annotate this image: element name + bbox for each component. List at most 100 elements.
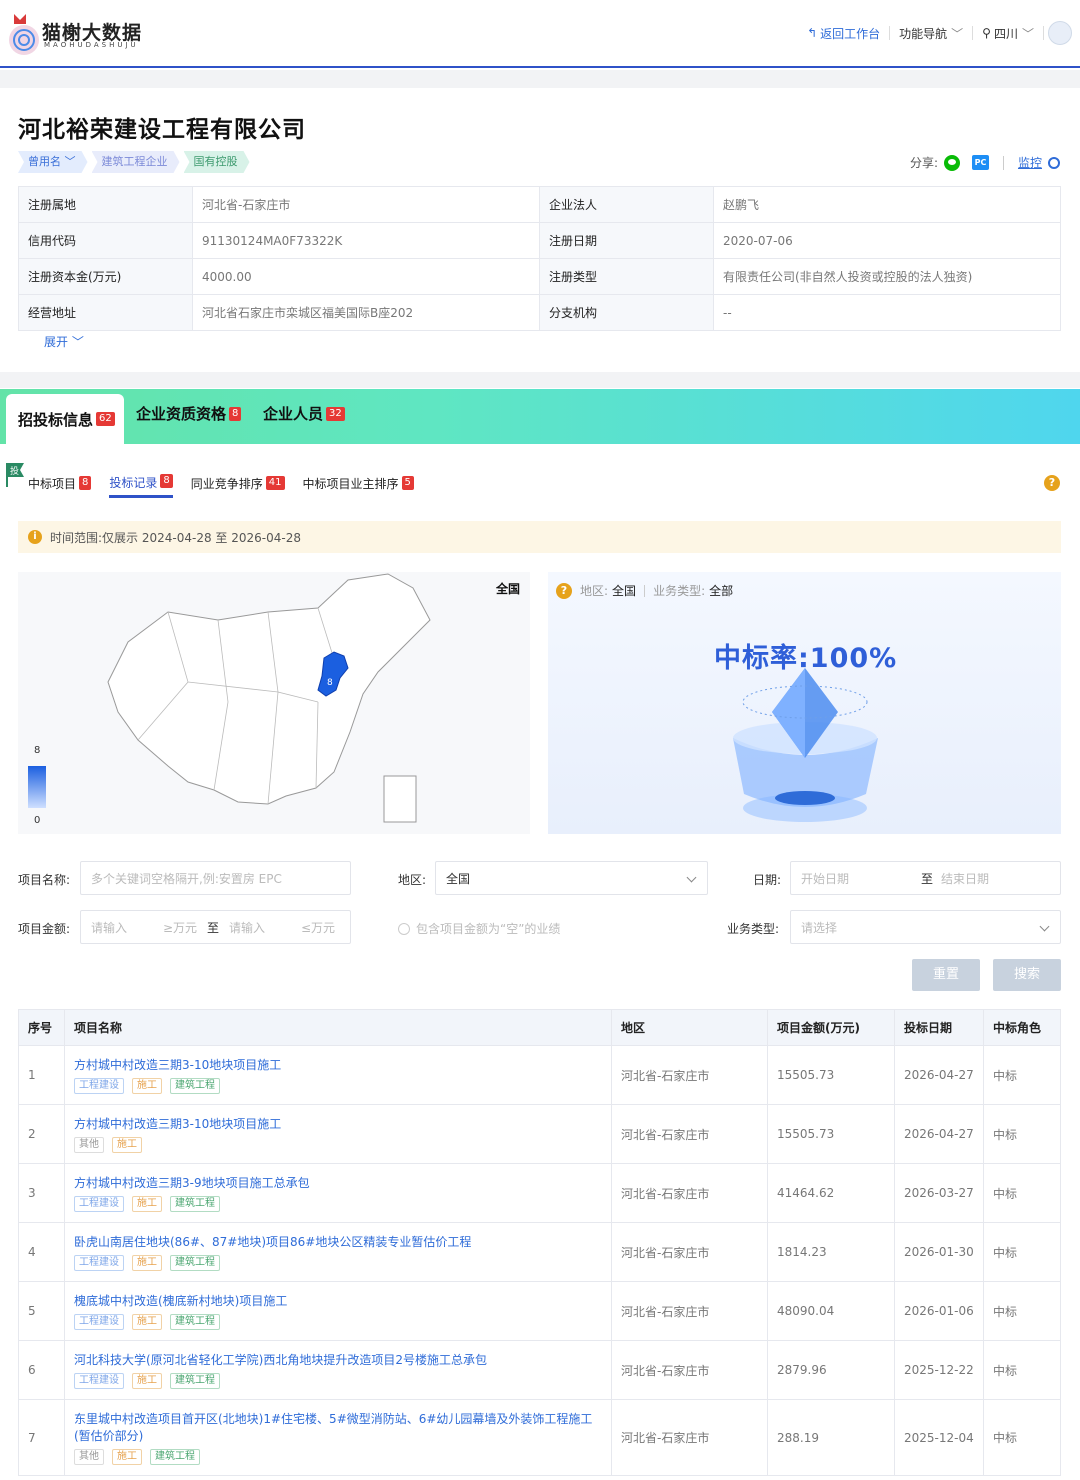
region-label: 地区: [398, 873, 427, 887]
info-key: 注册资本金(万元) [18, 258, 193, 295]
date-label: 日期: [753, 873, 782, 887]
project-tag: 建筑工程 [170, 1254, 220, 1271]
role-cell: 中标 [983, 1045, 1061, 1105]
subtab-won-projects[interactable]: 中标项目 8 [28, 474, 92, 492]
chevron-down-icon: ﹀ [71, 335, 84, 349]
wechat-icon[interactable] [943, 154, 960, 171]
project-link[interactable]: 方村城中村改造三期3-10地块项目施工 [74, 1116, 602, 1133]
project-tag: 施工 [132, 1077, 162, 1094]
subtab-competitor-rank[interactable]: 同业竞争排序 41 [191, 474, 285, 492]
info-row: 信用代码 91130124MA0F73322K 注册日期 2020-07-06 [18, 222, 1061, 259]
reset-button[interactable]: 重置 [912, 959, 980, 991]
amount-cell: 2879.96 [767, 1340, 895, 1400]
map-svg: 8 [107, 573, 431, 823]
info-value: -- [713, 294, 1061, 331]
region-cell: 河北省-石家庄市 [611, 1104, 768, 1164]
type-label: 业务类型: [727, 922, 780, 936]
location-pin-icon: ⚲ [982, 26, 991, 40]
region-cell: 河北省-石家庄市 [611, 1163, 768, 1223]
region-cell: 河北省-石家庄市 [611, 1399, 768, 1476]
project-name-input[interactable]: 多个关键词空格隔开,例:安置房 EPC [80, 861, 351, 895]
business-type-select[interactable]: 请选择 [790, 910, 1061, 944]
project-tags: 工程建设 施工 建筑工程 [74, 1077, 602, 1094]
expand-button[interactable]: 展开 ﹀ [44, 333, 84, 350]
amount-cell: 288.19 [767, 1399, 895, 1476]
china-map[interactable]: 8 [18, 572, 530, 834]
date-cell: 2025-12-04 [894, 1399, 984, 1476]
include-empty-radio[interactable] [398, 922, 410, 935]
project-cell: 方村城中村改造三期3-10地块项目施工 工程建设 施工 建筑工程 [64, 1045, 612, 1105]
map-legend-bar[interactable] [28, 766, 46, 808]
subtab-owner-rank[interactable]: 中标项目业主排序 5 [303, 474, 414, 492]
project-link[interactable]: 槐底城中村改造(槐底新村地块)项目施工 [74, 1293, 602, 1310]
info-key: 注册日期 [539, 222, 714, 259]
chevron-down-icon [686, 872, 697, 883]
row-index: 2 [18, 1104, 65, 1164]
function-nav-menu[interactable]: 功能导航 ﹀ [890, 26, 974, 41]
info-value: 赵鹏飞 [713, 186, 1061, 223]
region-selector[interactable]: ⚲ 四川 ﹀ [973, 26, 1044, 41]
region-select[interactable]: 全国 [435, 861, 708, 895]
row-index: 5 [18, 1281, 65, 1341]
col-header-region: 地区 [611, 1009, 768, 1046]
project-tag: 施工 [132, 1372, 162, 1389]
project-cell: 方村城中村改造三期3-10地块项目施工 其他 施工 [64, 1104, 612, 1164]
tab-qualification[interactable]: 企业资质资格 8 [136, 403, 242, 424]
table-row: 7 东里城中村改造项目首开区(北地块)1#住宅楼、5#微型消防站、6#幼儿园幕墙及… [18, 1399, 1061, 1476]
project-cell: 槐底城中村改造(槐底新村地块)项目施工 工程建设 施工 建筑工程 [64, 1281, 612, 1341]
project-cell: 卧虎山南居住地块(86#、87#地块)项目86#地块公区精装专业暂估价工程 工程建… [64, 1222, 612, 1282]
info-key: 信用代码 [18, 222, 193, 259]
project-link[interactable]: 卧虎山南居住地块(86#、87#地块)项目86#地块公区精装专业暂估价工程 [74, 1234, 602, 1251]
project-link[interactable]: 方村城中村改造三期3-9地块项目施工总承包 [74, 1175, 602, 1192]
project-link[interactable]: 河北科技大学(原河北省轻化工学院)西北角地块提升改造项目2号楼施工总承包 [74, 1352, 602, 1369]
date-cell: 2026-04-27 [894, 1045, 984, 1105]
role-cell: 中标 [983, 1399, 1061, 1476]
main-tab-bar: 招投标信息 62 企业资质资格 8 企业人员 32 [0, 389, 1080, 444]
rate-region-value[interactable]: 全国 [612, 582, 636, 599]
back-to-workspace-link[interactable]: ↰ 返回工作台 [798, 26, 891, 41]
col-header-no: 序号 [18, 1009, 65, 1046]
tab-bidding-info[interactable]: 招投标信息 62 [6, 394, 124, 444]
project-link[interactable]: 东里城中村改造项目首开区(北地块)1#住宅楼、5#微型消防站、6#幼儿园幕墙及外… [74, 1411, 602, 1445]
table-row: 2 方村城中村改造三期3-10地块项目施工 其他 施工 河北省-石家庄市 15505.73… [18, 1104, 1061, 1164]
project-tags: 工程建设 施工 建筑工程 [74, 1313, 602, 1330]
row-index: 7 [18, 1399, 65, 1476]
monitor-link[interactable]: 监控 [1018, 154, 1042, 171]
help-icon[interactable]: ? [556, 582, 572, 599]
tab-personnel[interactable]: 企业人员 32 [263, 403, 345, 424]
divider-band [0, 70, 1080, 88]
project-link[interactable]: 方村城中村改造三期3-10地块项目施工 [74, 1057, 602, 1074]
amount-range-input[interactable]: 请输入 ≥万元 至 请输入 ≤万元 [80, 910, 351, 944]
search-button[interactable]: 搜索 [993, 959, 1061, 991]
amount-cell: 41464.62 [767, 1163, 895, 1223]
rate-type-value[interactable]: 全部 [709, 582, 733, 599]
tag-state-owned: 国有控股 [184, 151, 250, 173]
info-row: 经营地址 河北省石家庄市栾城区福美国际B座202 分支机构 -- [18, 294, 1061, 331]
info-row: 注册属地 河北省-石家庄市 企业法人 赵鹏飞 [18, 186, 1061, 223]
monitor-icon[interactable] [1048, 156, 1060, 169]
col-header-role: 中标角色 [983, 1009, 1061, 1046]
company-name: 河北裕荣建设工程有限公司 [18, 117, 306, 143]
table-row: 6 河北科技大学(原河北省轻化工学院)西北角地块提升改造项目2号楼施工总承包 工程建… [18, 1340, 1061, 1400]
time-range-notice: i 时间范围:仅展示 2024-04-28 至 2026-04-28 [18, 521, 1061, 553]
role-cell: 中标 [983, 1104, 1061, 1164]
tag-former-name[interactable]: 曾用名 ﹀ [18, 151, 88, 173]
info-value: 河北省-石家庄市 [192, 186, 540, 223]
help-icon[interactable]: ? [1044, 475, 1060, 491]
project-tag: 施工 [132, 1313, 162, 1330]
separator [1002, 155, 1004, 170]
date-cell: 2026-01-30 [894, 1222, 984, 1282]
date-range-picker[interactable]: 开始日期 至 结束日期 [790, 861, 1061, 895]
include-empty-option[interactable]: 包含项目金额为“空”的业绩 [398, 920, 560, 937]
project-tag: 工程建设 [74, 1254, 124, 1271]
project-tag: 建筑工程 [170, 1313, 220, 1330]
user-avatar[interactable] [1048, 21, 1072, 45]
info-value: 有限责任公司(非自然人投资或控股的法人独资) [713, 258, 1061, 295]
info-value: 2020-07-06 [713, 222, 1061, 259]
subtab-bid-records[interactable]: 投标记录 8 [109, 474, 173, 498]
region-cell: 河北省-石家庄市 [611, 1340, 768, 1400]
crystal-illustration [733, 668, 878, 822]
project-cell: 方村城中村改造三期3-9地块项目施工总承包 工程建设 施工 建筑工程 [64, 1163, 612, 1223]
pc-icon[interactable]: PC [971, 155, 989, 170]
info-value: 4000.00 [192, 258, 540, 295]
